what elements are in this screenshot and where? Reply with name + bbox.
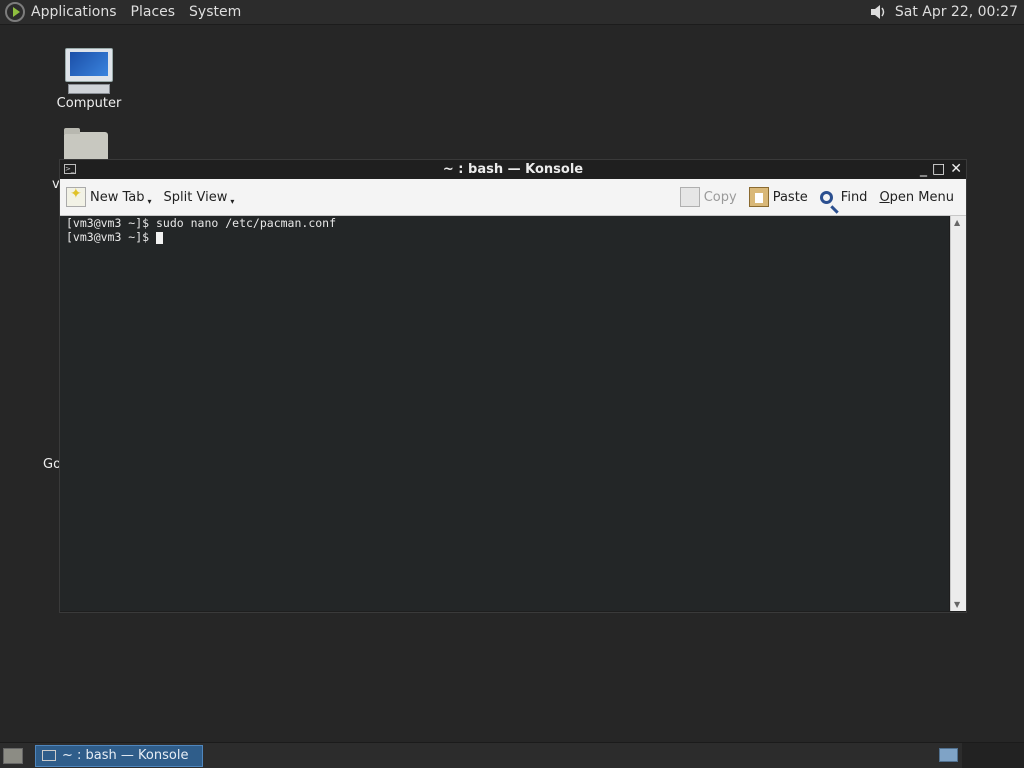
split-view-label: Split View	[163, 189, 228, 205]
paste-label: Paste	[772, 189, 808, 205]
computer-desktop-icon[interactable]: Computer	[52, 48, 126, 111]
distro-logo-icon[interactable]	[5, 2, 25, 22]
terminal-prompt-line: [vm3@vm3 ~]$	[66, 230, 943, 244]
split-view-button[interactable]: Split View ▾	[158, 183, 241, 211]
terminal-scrollbar[interactable]: ▲ ▼	[950, 216, 966, 611]
terminal-icon	[42, 750, 56, 761]
window-titlebar[interactable]: >_ ~ : bash — Konsole _ □ ✕	[60, 160, 966, 179]
text-cursor	[156, 231, 164, 244]
home-folder-desktop-icon[interactable]	[64, 128, 112, 162]
menu-system[interactable]: System	[189, 4, 241, 20]
taskbar-konsole-label: ~ : bash — Konsole	[62, 748, 189, 763]
menu-places[interactable]: Places	[131, 4, 176, 20]
minimize-icon[interactable]: _	[920, 160, 927, 179]
konsole-window: >_ ~ : bash — Konsole _ □ ✕ New Tab ▾ Sp…	[59, 159, 967, 613]
window-title: ~ : bash — Konsole	[442, 162, 584, 177]
top-panel: Applications Places System Sat Apr 22, 0…	[0, 0, 1024, 25]
show-desktop-icon[interactable]	[3, 747, 23, 764]
chevron-down-icon: ▾	[230, 196, 235, 206]
clock[interactable]: Sat Apr 22, 00:27	[895, 4, 1018, 20]
paste-icon	[748, 187, 769, 207]
computer-icon	[65, 48, 113, 82]
paste-button[interactable]: Paste	[743, 183, 814, 211]
folder-icon	[64, 128, 108, 160]
copy-label: Copy	[703, 189, 737, 205]
close-icon[interactable]: ✕	[950, 160, 962, 179]
window-controls: _ □ ✕	[920, 160, 962, 179]
taskbar-konsole-button[interactable]: ~ : bash — Konsole	[35, 744, 203, 767]
workspace-switcher-1[interactable]	[939, 748, 958, 762]
chevron-down-icon[interactable]: ▾	[148, 197, 152, 206]
computer-label: Computer	[56, 96, 122, 111]
volume-icon[interactable]	[869, 3, 887, 21]
konsole-app-icon[interactable]: >_	[64, 164, 76, 174]
new-tab-icon	[66, 186, 86, 207]
terminal-area[interactable]: [vm3@vm3 ~]$ sudo nano /etc/pacman.conf …	[60, 216, 949, 611]
open-menu-label: Open Menu	[879, 189, 954, 205]
copy-icon	[679, 187, 700, 207]
computer-base-icon	[68, 84, 110, 94]
maximize-icon[interactable]: □	[932, 160, 945, 179]
workspace-switcher-2[interactable]	[962, 743, 1024, 768]
bottom-panel: ~ : bash — Konsole	[0, 742, 1024, 768]
new-tab-label: New Tab	[90, 189, 145, 205]
magnifier-icon	[819, 190, 833, 204]
scroll-down-icon[interactable]: ▼	[954, 600, 960, 609]
terminal-line: [vm3@vm3 ~]$ sudo nano /etc/pacman.conf	[66, 216, 337, 230]
terminal-prompt: [vm3@vm3 ~]$	[66, 230, 157, 244]
konsole-toolbar: New Tab ▾ Split View ▾ Copy Paste Find O…	[60, 179, 966, 216]
copy-button[interactable]: Copy	[674, 183, 743, 211]
find-label: Find	[840, 189, 868, 205]
open-menu-button[interactable]: Open Menu	[873, 183, 960, 211]
scroll-up-icon[interactable]: ▲	[954, 218, 960, 227]
menu-applications[interactable]: Applications	[31, 4, 117, 20]
new-tab-button[interactable]: New Tab ▾	[60, 183, 158, 211]
find-button[interactable]: Find	[814, 183, 874, 211]
